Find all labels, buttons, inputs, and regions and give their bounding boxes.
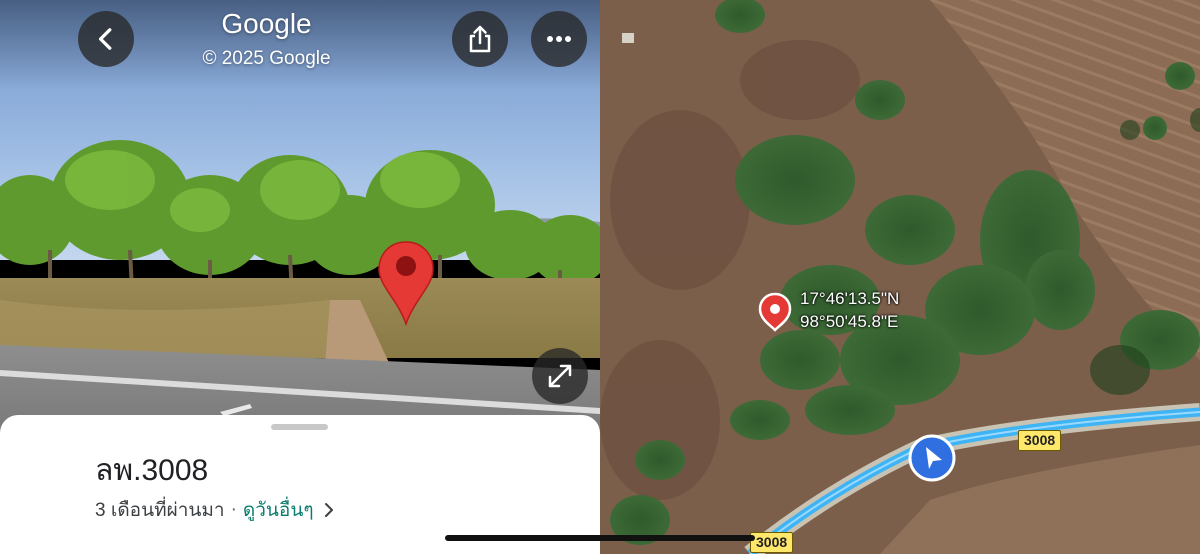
road-shield: 3008 [1018, 430, 1062, 451]
more-horizontal-icon [547, 36, 571, 42]
expand-button[interactable] [532, 348, 588, 404]
share-button[interactable] [452, 11, 508, 67]
location-pin-icon [378, 241, 434, 326]
more-options-button[interactable] [531, 11, 587, 67]
separator: · [230, 499, 237, 520]
share-icon [469, 25, 491, 53]
sheet-drag-handle[interactable] [271, 424, 328, 430]
bottom-sheet[interactable]: ลพ.3008 3 เดือนที่ผ่านมา · ดูวันอื่นๆ [0, 415, 600, 554]
home-indicator[interactable] [445, 535, 755, 541]
satellite-map-panel[interactable]: 17°46'13.5"N 98°50'45.8"E 3008 3008 [600, 0, 1200, 554]
capture-date-row: 3 เดือนที่ผ่านมา · ดูวันอื่นๆ [95, 495, 334, 525]
satellite-map[interactable] [600, 0, 1200, 554]
longitude: 98°50'45.8"E [800, 312, 899, 331]
dropped-pin-icon[interactable] [758, 292, 792, 332]
pin-coordinates: 17°46'13.5"N 98°50'45.8"E [800, 287, 899, 333]
place-name: ลพ.3008 [95, 454, 209, 487]
copyright-text: © 2025 Google [202, 48, 331, 69]
capture-date: 3 เดือนที่ผ่านมา [95, 500, 225, 521]
latitude: 17°46'13.5"N [800, 289, 900, 308]
road-shield: 3008 [750, 532, 794, 553]
chevron-right-icon[interactable] [324, 502, 334, 518]
street-view-panel[interactable]: Google © 2025 Google ลพ.3008 3 เดือนที่ผ… [0, 0, 600, 554]
expand-icon [548, 364, 572, 388]
street-view-direction-icon[interactable] [907, 433, 957, 483]
see-other-dates-link[interactable]: ดูวันอื่นๆ [243, 495, 314, 525]
